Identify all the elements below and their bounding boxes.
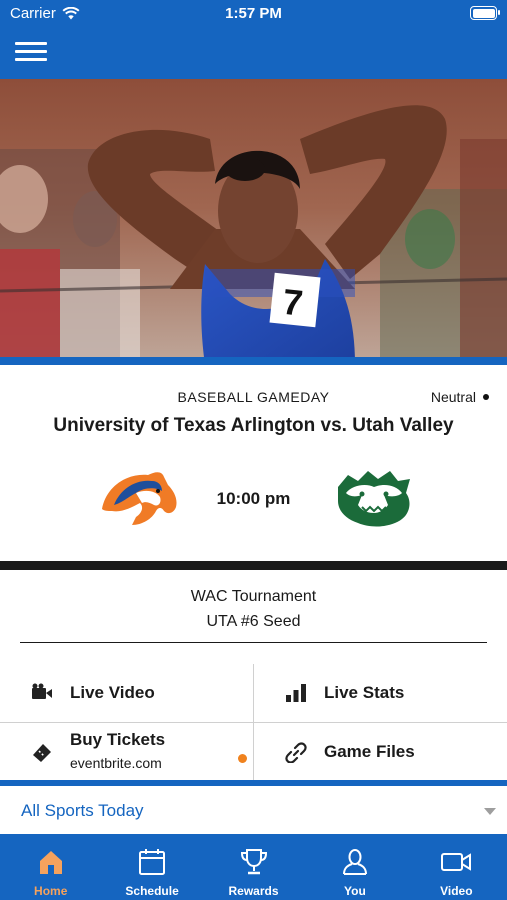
live-stats-label: Live Stats: [324, 683, 405, 702]
buy-tickets-button[interactable]: Buy Tickets eventbrite.com: [0, 723, 253, 781]
trophy-icon: [240, 849, 267, 875]
tournament-name: WAC Tournament: [190, 588, 317, 605]
bottom-tab-bar: Home Schedule Rewards You Video: [0, 834, 507, 900]
video-camera-icon: [441, 853, 472, 871]
gameday-card[interactable]: BASEBALL GAMEDAY Neutral University of T…: [0, 373, 507, 561]
link-icon: [285, 742, 307, 763]
buy-tickets-label: Buy Tickets: [70, 730, 166, 749]
tab-you-label: You: [344, 884, 366, 898]
status-bar: Carrier 1:57 PM: [0, 0, 507, 28]
game-actions-grid: Live Video Live Stats Buy Tickets eventb…: [0, 664, 507, 781]
game-files-button[interactable]: Game Files: [254, 723, 507, 781]
wolverine-logo: [338, 471, 410, 527]
ticket-icon: [33, 744, 51, 762]
live-video-button[interactable]: Live Video: [0, 664, 253, 722]
bar-chart-icon: [286, 684, 306, 702]
tab-schedule[interactable]: Schedule: [101, 834, 202, 900]
hero-photo: 7: [0, 79, 507, 365]
game-files-label: Game Files: [324, 742, 415, 761]
tab-you[interactable]: You: [304, 834, 405, 900]
tab-schedule-label: Schedule: [125, 884, 179, 898]
home-icon: [39, 851, 62, 874]
tab-rewards-label: Rewards: [228, 884, 279, 898]
sports-filter-dropdown[interactable]: All Sports Today: [0, 786, 507, 834]
svg-text:7: 7: [281, 281, 305, 324]
athlete-photo-illustration: 7: [0, 79, 507, 365]
tab-video-label: Video: [440, 884, 473, 898]
tournament-divider: [20, 642, 487, 643]
calendar-icon: [139, 849, 166, 875]
clock: 1:57 PM: [225, 5, 282, 22]
tab-home[interactable]: Home: [0, 834, 101, 900]
matchup-title: University of Texas Arlington vs. Utah V…: [53, 415, 454, 436]
notification-dot: [238, 754, 247, 763]
venue-dot-icon: [483, 394, 489, 400]
tab-video[interactable]: Video: [406, 834, 507, 900]
tournament-info: WAC Tournament UTA #6 Seed: [0, 570, 507, 664]
tournament-seed: UTA #6 Seed: [206, 613, 301, 630]
game-time: 10:00 pm: [216, 489, 291, 508]
grid-divider-horizontal: [0, 722, 507, 723]
tab-rewards[interactable]: Rewards: [203, 834, 304, 900]
top-nav-bar: [0, 28, 507, 79]
person-icon: [342, 849, 367, 875]
tab-home-label: Home: [34, 884, 68, 898]
sports-filter-value: All Sports Today: [21, 801, 144, 820]
card-divider: [0, 561, 507, 570]
chevron-down-icon: [484, 808, 496, 815]
video-camera-icon: [32, 683, 52, 699]
venue-indicator: Neutral: [431, 389, 489, 405]
live-video-label: Live Video: [70, 683, 155, 702]
hamburger-menu-icon[interactable]: [15, 42, 47, 64]
battery-icon: [470, 6, 500, 20]
venue-type-label: Neutral: [430, 389, 476, 405]
ticket-vendor-label: eventbrite.com: [70, 755, 162, 771]
live-stats-button[interactable]: Live Stats: [254, 664, 507, 722]
